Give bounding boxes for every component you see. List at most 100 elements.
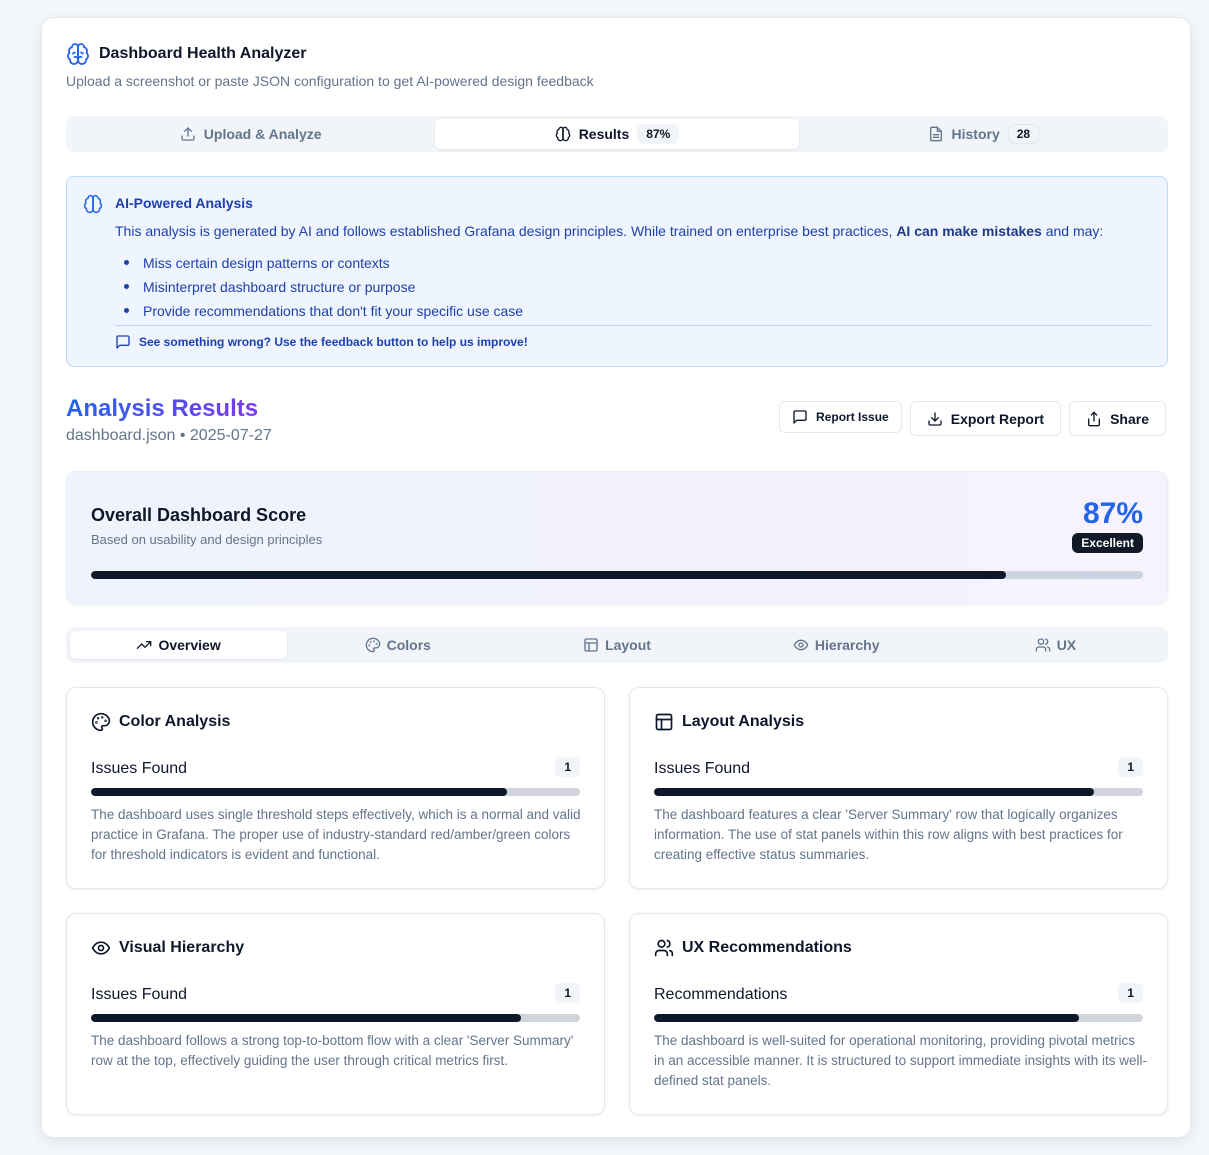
panel-progress-fill — [654, 1014, 1080, 1022]
tab-label: History — [951, 126, 1000, 142]
button-label: Share — [1110, 410, 1149, 427]
page-title: Analysis Results — [66, 395, 259, 422]
trending-up-icon — [137, 641, 152, 649]
score-subtitle: Based on usability and design principles — [91, 532, 323, 547]
brain-icon — [83, 194, 103, 214]
results-score-badge: 87% — [637, 124, 680, 144]
tab-ux[interactable]: UX — [947, 631, 1164, 659]
app-title: Dashboard Health Analyzer — [66, 42, 1166, 66]
palette-icon — [365, 637, 380, 653]
overall-score-card: Overall Dashboard Score Based on usabili… — [66, 471, 1168, 604]
panel-progress-bar — [91, 1014, 580, 1022]
button-label: Export Report — [950, 410, 1045, 427]
notice-body: This analysis is generated by AI and fol… — [115, 223, 1103, 239]
history-count-badge: 28 — [1007, 124, 1040, 144]
panel-description: The dashboard features a clear 'Server S… — [654, 807, 1123, 862]
list-item: Provide recommendations that don't fit y… — [123, 299, 523, 323]
count-badge: 1 — [555, 983, 580, 1003]
share-button[interactable]: Share — [1069, 401, 1166, 436]
tab-results[interactable]: Results 87% — [435, 119, 799, 149]
panel-description: The dashboard is well-suited for operati… — [654, 1033, 1147, 1088]
visual-hierarchy-panel: Visual Hierarchy Issues Found 1 The dash… — [66, 913, 605, 1115]
panel-progress-fill — [91, 1014, 522, 1022]
tab-colors[interactable]: Colors — [289, 631, 506, 659]
ai-disclaimer-notice: AI-Powered Analysis This analysis is gen… — [66, 176, 1168, 367]
panel-title-text: UX Recommendations — [682, 939, 852, 956]
panel-progress-fill — [91, 788, 507, 796]
ux-recommendations-panel: UX Recommendations Recommendations 1 The… — [629, 913, 1168, 1115]
eye-icon — [793, 639, 809, 651]
panel-title-text: Layout Analysis — [682, 713, 805, 730]
panel-metric-label: Issues Found — [91, 760, 188, 777]
panel-progress-bar — [91, 788, 580, 796]
notice-body-suffix: and may: — [1041, 223, 1104, 239]
panel-title: Visual Hierarchy — [91, 938, 244, 958]
tab-label: Hierarchy — [814, 637, 880, 653]
divider — [115, 325, 1151, 326]
analysis-tabs: Overview Colors Layout Hierarchy UX — [66, 627, 1168, 663]
layout-icon — [655, 713, 673, 731]
download-icon — [928, 411, 942, 426]
tab-layout[interactable]: Layout — [508, 631, 725, 659]
panel-title-text: Color Analysis — [119, 713, 231, 730]
notice-feedback-hint: See something wrong? Use the feedback bu… — [115, 334, 528, 350]
brain-icon — [67, 43, 89, 65]
header: Dashboard Health Analyzer Upload a scree… — [66, 42, 1166, 89]
tab-label: UX — [1056, 637, 1077, 653]
layout-icon — [584, 638, 598, 652]
list-item: Miss certain design patterns or contexts — [123, 251, 523, 275]
message-square-icon — [116, 335, 130, 349]
report-issue-button[interactable]: Report Issue — [779, 401, 902, 433]
color-analysis-panel: Color Analysis Issues Found 1 The dashbo… — [66, 687, 605, 889]
notice-body-bold: AI can make mistakes — [896, 223, 1042, 239]
panel-title: Layout Analysis — [654, 712, 804, 732]
notice-title: AI-Powered Analysis — [115, 195, 253, 211]
app-title-text: Dashboard Health Analyzer — [99, 45, 307, 62]
panel-metric-label: Recommendations — [654, 986, 788, 1003]
message-square-icon — [793, 410, 807, 424]
palette-icon — [91, 712, 111, 732]
share-icon — [1088, 411, 1101, 426]
tab-label: Colors — [386, 637, 431, 653]
export-report-button[interactable]: Export Report — [909, 401, 1062, 436]
main-card: Dashboard Health Analyzer Upload a scree… — [41, 17, 1191, 1138]
notice-bullets: Miss certain design patterns or contexts… — [123, 251, 523, 323]
tab-label: Results — [578, 126, 630, 142]
count-badge: 1 — [555, 757, 580, 777]
panel-description: The dashboard follows a strong top-to-bo… — [91, 1033, 574, 1068]
score-value: 87% — [1082, 497, 1143, 530]
top-tabs: Upload & Analyze Results 87% History 28 — [66, 116, 1168, 152]
eye-icon — [91, 941, 111, 955]
notice-body-prefix: This analysis is generated by AI and fol… — [115, 223, 897, 239]
panel-description: The dashboard uses single threshold step… — [91, 807, 581, 862]
tab-label: Upload & Analyze — [203, 126, 322, 142]
panel-progress-bar — [654, 788, 1143, 796]
status-badge: Excellent — [1072, 533, 1143, 553]
layout-analysis-panel: Layout Analysis Issues Found 1 The dashb… — [629, 687, 1168, 889]
panel-metric-label: Issues Found — [91, 986, 188, 1003]
tab-overview[interactable]: Overview — [70, 631, 288, 659]
tab-hierarchy[interactable]: Hierarchy — [728, 631, 945, 659]
tab-label: Overview — [158, 637, 221, 653]
brain-icon — [555, 126, 571, 142]
tab-upload-analyze[interactable]: Upload & Analyze — [69, 119, 432, 149]
panel-progress-fill — [654, 788, 1095, 796]
count-badge: 1 — [1118, 757, 1143, 777]
results-actions: Report Issue Export Report Share — [779, 401, 1166, 436]
notice-footer-text: See something wrong? Use the feedback bu… — [139, 335, 528, 349]
panel-title: UX Recommendations — [654, 938, 852, 958]
score-progress-bar — [91, 571, 1143, 579]
results-subtitle: dashboard.json • 2025-07-27 — [66, 427, 272, 444]
panel-metric-label: Issues Found — [654, 760, 751, 777]
tab-label: Layout — [605, 637, 651, 653]
button-label: Report Issue — [816, 410, 889, 424]
list-item: Misinterpret dashboard structure or purp… — [123, 275, 523, 299]
file-text-icon — [929, 126, 942, 142]
tab-history[interactable]: History 28 — [802, 119, 1165, 149]
panel-title-text: Visual Hierarchy — [119, 939, 245, 956]
count-badge: 1 — [1118, 983, 1143, 1003]
users-icon — [654, 939, 674, 957]
upload-icon — [181, 127, 195, 141]
score-title: Overall Dashboard Score — [91, 505, 307, 525]
panel-progress-bar — [654, 1014, 1143, 1022]
